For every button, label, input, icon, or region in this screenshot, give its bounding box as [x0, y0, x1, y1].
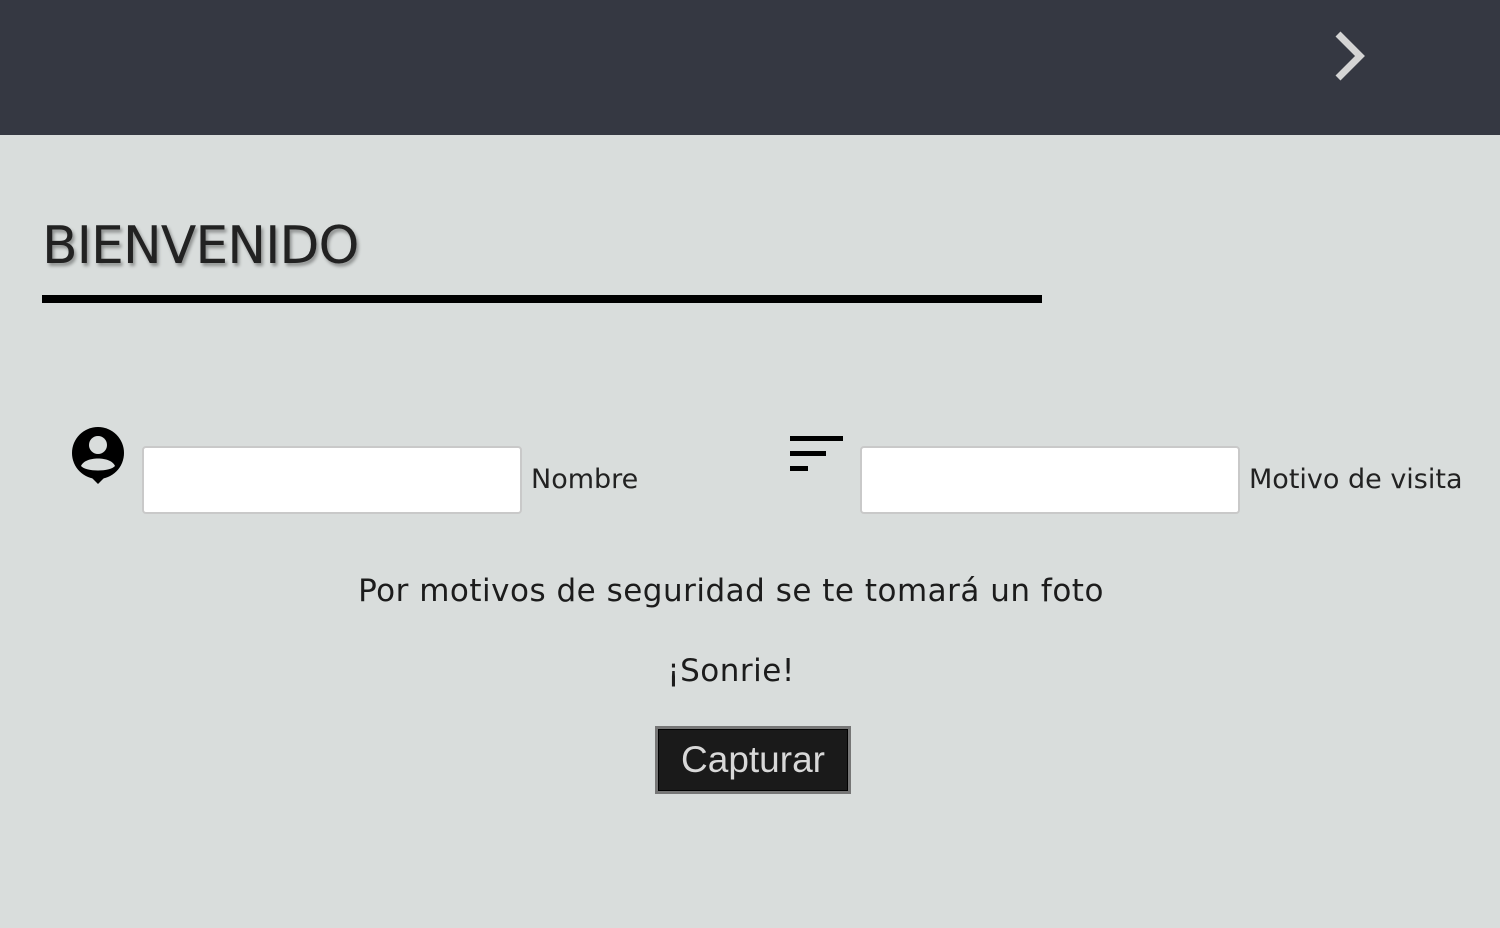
visit-reason-label: Motivo de visita: [1249, 464, 1463, 495]
account-circle-icon: [72, 427, 124, 484]
name-label: Nombre: [531, 464, 639, 495]
name-input[interactable]: [142, 446, 522, 514]
capture-button[interactable]: Capturar: [655, 726, 851, 794]
title-divider: [42, 295, 1042, 303]
next-button[interactable]: [1318, 24, 1378, 88]
sort-icon: [790, 436, 843, 471]
visit-reason-input[interactable]: [860, 446, 1240, 514]
page-title: BIENVENIDO: [42, 216, 359, 276]
chevron-right-icon: [1335, 31, 1365, 81]
security-notice: Por motivos de seguridad se te tomará un…: [358, 573, 1104, 609]
smile-message: ¡Sonrie!: [667, 653, 795, 689]
top-bar: [0, 0, 1500, 135]
